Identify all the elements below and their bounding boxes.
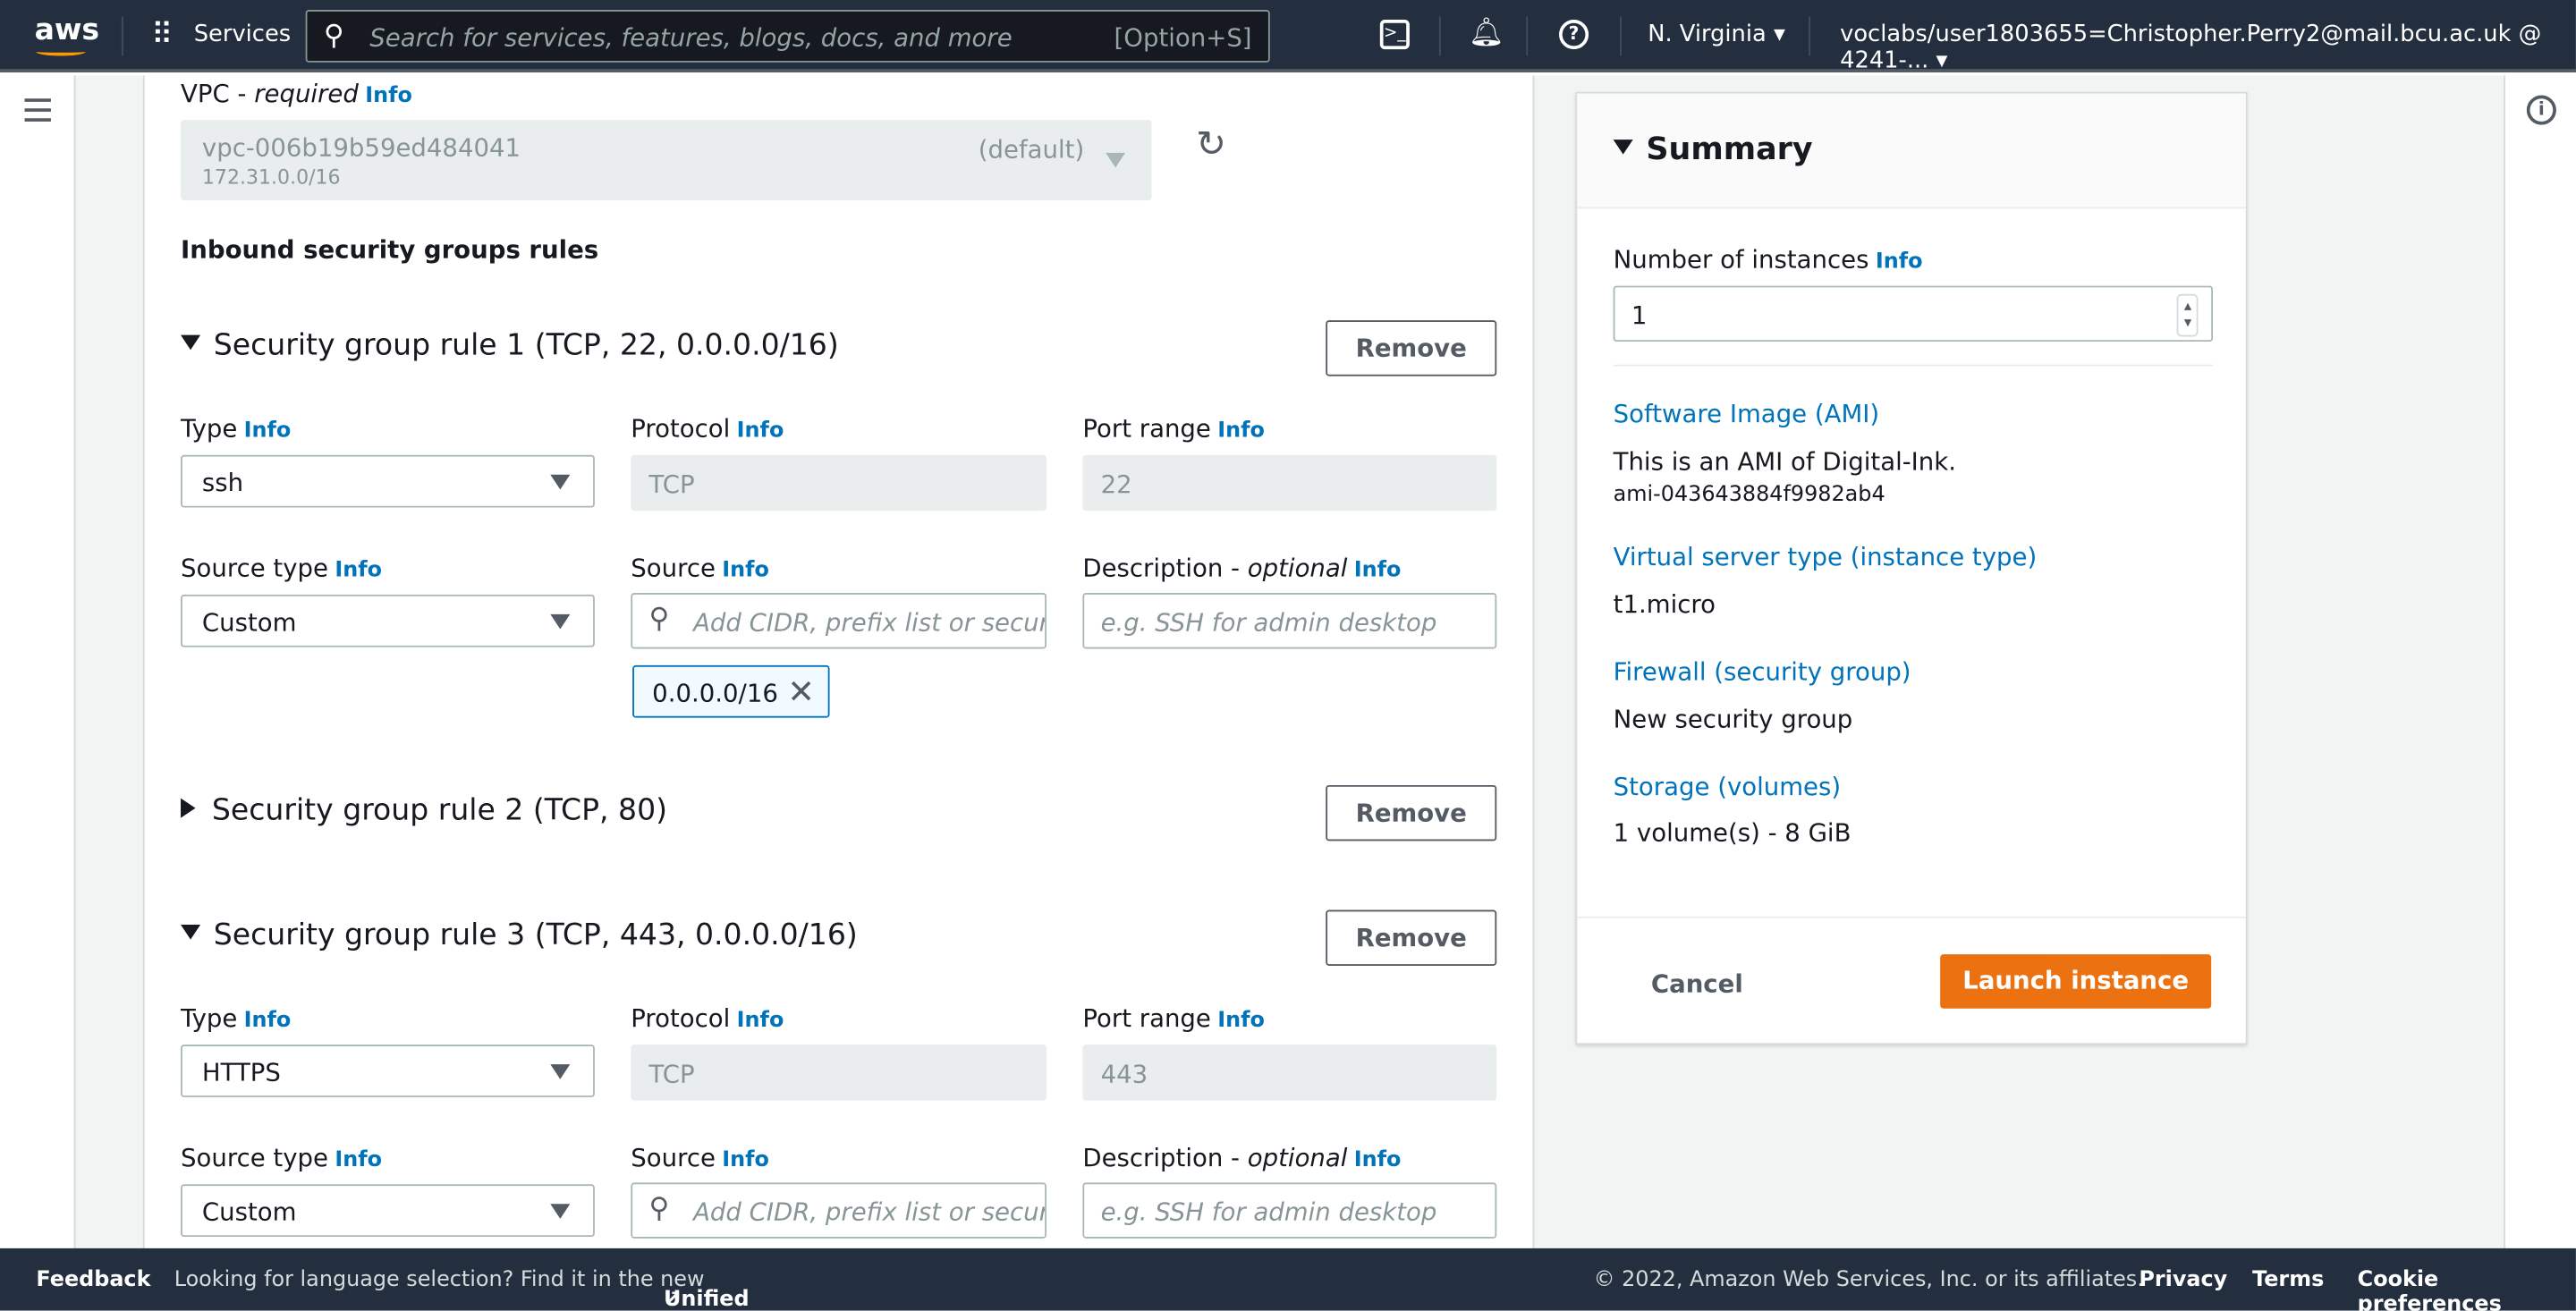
- expanded-caret-icon: [1613, 140, 1633, 155]
- help-icon[interactable]: ?: [1559, 20, 1589, 50]
- hamburger-icon[interactable]: [24, 98, 51, 122]
- summary-panel: Summary Number of instances Info 1 ▴ ▾ Soft…: [1575, 91, 2248, 1045]
- search-shortcut: [Option+S]: [1114, 22, 1252, 53]
- rule-1-source-type-select[interactable]: Custom: [181, 594, 595, 647]
- aws-logo[interactable]: aws: [35, 13, 100, 48]
- source-label: Source Info: [631, 1143, 769, 1173]
- collapsed-caret-icon: [181, 798, 196, 818]
- source-type-label: Source type Info: [181, 1143, 383, 1173]
- source-label: Source Info: [631, 553, 769, 584]
- type-label: Type Info: [181, 1003, 292, 1034]
- aws-smile-icon: [36, 47, 86, 56]
- rule-1-description-input[interactable]: e.g. SSH for admin desktop: [1082, 593, 1497, 649]
- rule-3-source-type-select[interactable]: Custom: [181, 1184, 595, 1238]
- search-icon: ⚲: [648, 603, 670, 636]
- stepper-icon[interactable]: ▴ ▾: [2177, 293, 2199, 337]
- search-placeholder: Search for services, features, blogs, do…: [369, 22, 1013, 53]
- num-instances-input[interactable]: 1 ▴ ▾: [1613, 285, 2214, 343]
- firewall-value: New security group: [1613, 704, 1853, 735]
- top-nav: aws ⠿ Services ⚲ Search for services, fe…: [0, 0, 2576, 74]
- rule-1-remove-button[interactable]: Remove: [1326, 320, 1497, 376]
- rule-3-type-select[interactable]: HTTPS: [181, 1045, 595, 1097]
- cloudshell-icon[interactable]: >_: [1379, 20, 1410, 50]
- search-icon: ⚲: [648, 1192, 670, 1226]
- firewall-link[interactable]: Firewall (security group): [1614, 657, 1911, 687]
- rule-1-header[interactable]: Security group rule 1 (TCP, 22, 0.0.0.0/…: [181, 328, 839, 363]
- protocol-label: Protocol Info: [631, 1003, 784, 1034]
- rule-1-port: 22: [1082, 454, 1497, 512]
- vpc-select[interactable]: vpc-006b19b59ed484041 172.31.0.0/16 (def…: [181, 120, 1152, 201]
- vpc-default-tag: (default): [978, 134, 1085, 165]
- grid-icon[interactable]: ⠿: [151, 18, 173, 53]
- instance-type-value: t1.micro: [1613, 589, 1716, 620]
- ami-link[interactable]: Software Image (AMI): [1614, 399, 1879, 428]
- ami-description: This is an AMI of Digital-Ink.: [1613, 446, 1956, 477]
- services-menu[interactable]: Services: [194, 21, 291, 47]
- rule-3-remove-button[interactable]: Remove: [1326, 909, 1497, 966]
- port-range-label: Port range Info: [1082, 1003, 1265, 1034]
- expanded-caret-icon: [181, 925, 201, 940]
- rule-3-protocol: TCP: [631, 1045, 1046, 1101]
- language-text: Looking for language selection? Find it …: [174, 1267, 705, 1293]
- rule-1-protocol: TCP: [631, 454, 1046, 512]
- protocol-label: Protocol Info: [631, 413, 784, 444]
- port-range-label: Port range Info: [1082, 413, 1265, 444]
- storage-value: 1 volume(s) - 8 GiB: [1613, 817, 1852, 848]
- vpc-info-link[interactable]: Info: [365, 84, 412, 109]
- rule-3-header[interactable]: Security group rule 3 (TCP, 443, 0.0.0.0…: [181, 918, 858, 952]
- rule-2-header[interactable]: Security group rule 2 (TCP, 80): [181, 793, 667, 828]
- expanded-caret-icon: [181, 334, 201, 351]
- account-menu[interactable]: voclabs/user1803655=Christopher.Perry2@m…: [1840, 21, 2576, 74]
- summary-header[interactable]: Summary: [1613, 131, 1813, 167]
- footer: Feedback Looking for language selection?…: [0, 1248, 2576, 1311]
- privacy-link[interactable]: Privacy: [2139, 1268, 2227, 1293]
- info-panel-icon[interactable]: i: [2526, 95, 2556, 125]
- source-token: 0.0.0.0/16 ✕: [632, 664, 830, 718]
- storage-link[interactable]: Storage (volumes): [1614, 772, 1841, 801]
- region-selector[interactable]: N. Virginia ▾: [1648, 21, 1785, 47]
- cancel-button[interactable]: Cancel: [1651, 969, 1743, 999]
- search-icon: ⚲: [323, 20, 344, 53]
- launch-instance-button[interactable]: Launch instance: [1940, 954, 2212, 1009]
- rule-1-source-input[interactable]: ⚲Add CIDR, prefix list or security group: [631, 593, 1046, 649]
- instance-type-link[interactable]: Virtual server type (instance type): [1614, 542, 2038, 571]
- caret-down-icon: [1106, 152, 1126, 168]
- terms-link[interactable]: Terms: [2252, 1268, 2324, 1293]
- ami-id: ami-043643884f9982ab4: [1613, 482, 1885, 508]
- refresh-icon[interactable]: ↻: [1196, 125, 1226, 166]
- inbound-rules-title: Inbound security groups rules: [181, 234, 599, 265]
- source-type-label: Source type Info: [181, 553, 383, 584]
- rule-3-source-input[interactable]: ⚲Add CIDR, prefix list or security group: [631, 1182, 1046, 1239]
- description-label: Description - optional Info: [1082, 553, 1402, 584]
- description-label: Description - optional Info: [1082, 1143, 1402, 1173]
- close-icon[interactable]: ✕: [787, 672, 815, 711]
- bell-icon[interactable]: 🔔︎: [1469, 16, 1504, 49]
- feedback-link[interactable]: Feedback: [36, 1268, 150, 1293]
- rule-1-type-select[interactable]: ssh: [181, 454, 595, 508]
- vpc-cidr: 172.31.0.0/16: [201, 165, 341, 190]
- num-instances-label: Number of instances Info: [1613, 244, 1923, 275]
- type-label: Type Info: [181, 413, 292, 444]
- external-link-icon: ↗: [664, 1287, 682, 1311]
- rule-3-port: 443: [1082, 1045, 1497, 1101]
- vpc-label: VPC - required Info: [181, 79, 412, 109]
- cookie-preferences-link[interactable]: Cookie preferences: [2358, 1268, 2576, 1311]
- left-sidebar: [0, 75, 76, 1248]
- search-input[interactable]: ⚲ Search for services, features, blogs, …: [305, 10, 1270, 63]
- rule-2-remove-button[interactable]: Remove: [1326, 784, 1497, 842]
- rule-3-description-input[interactable]: e.g. SSH for admin desktop: [1082, 1182, 1497, 1239]
- copyright: © 2022, Amazon Web Services, Inc. or its…: [1593, 1267, 2144, 1293]
